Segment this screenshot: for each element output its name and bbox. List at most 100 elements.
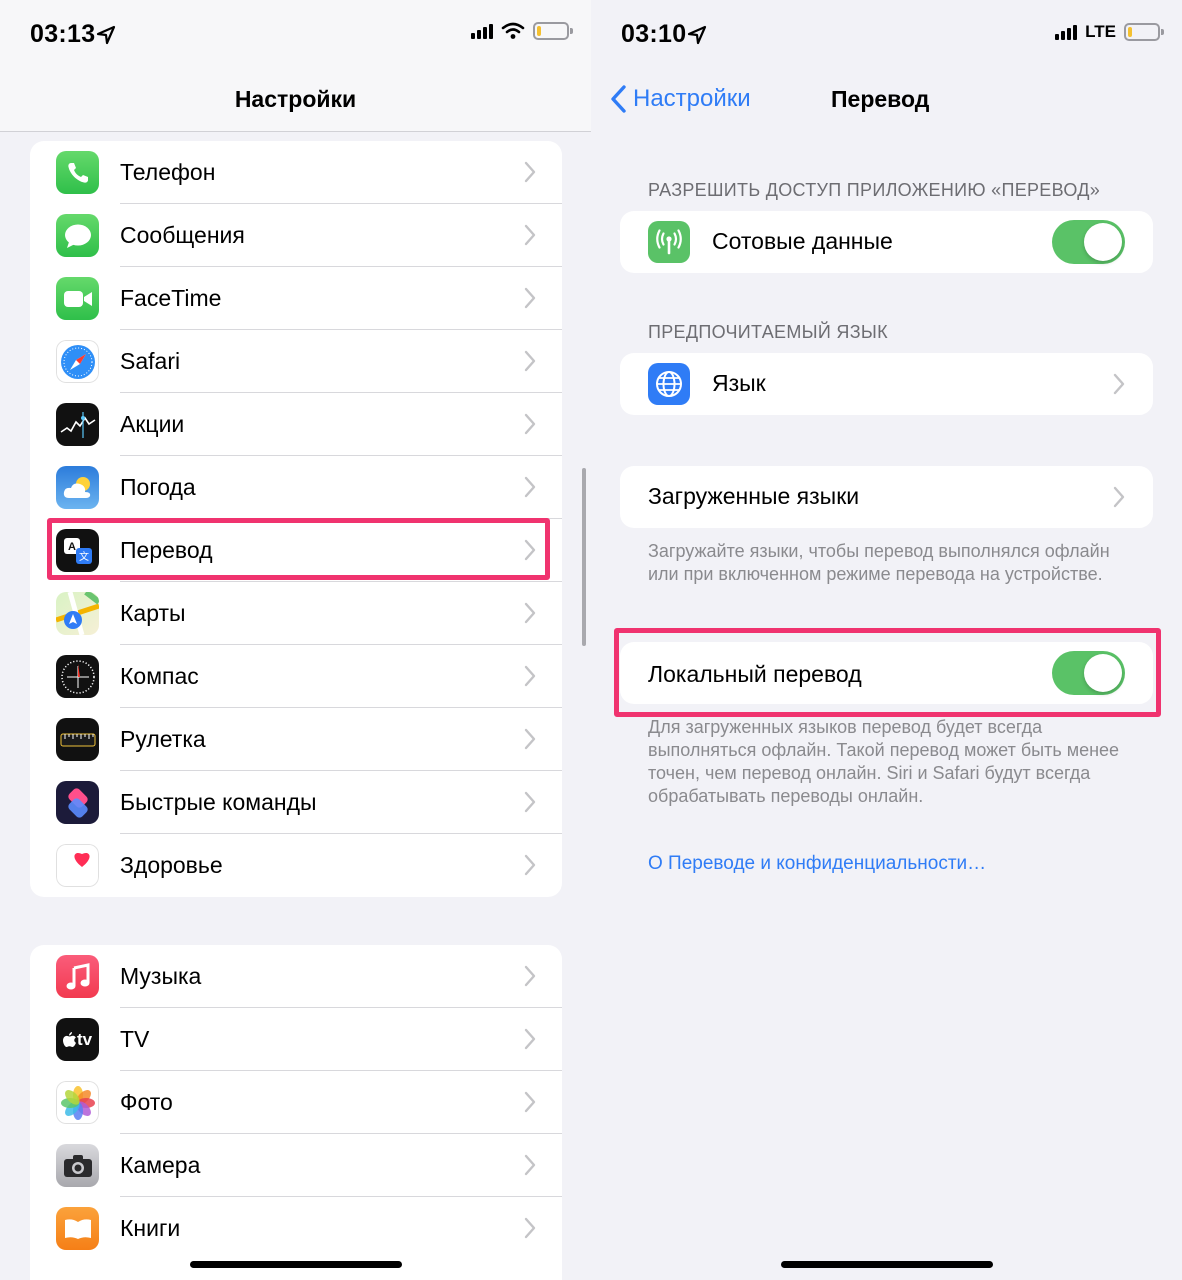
cellular-signal-icon [1055,24,1078,40]
settings-row[interactable]: Рулетка [30,708,562,771]
local-translation-row[interactable]: Локальный перевод [620,642,1153,704]
network-type: LTE [1085,22,1116,41]
row-label: Музыка [120,963,202,989]
settings-row[interactable]: Телефон [30,141,562,204]
privacy-link[interactable]: О Переводе и конфиденциальности… [648,853,986,875]
status-bar: 03:10 LTE [591,0,1182,66]
row-label: TV [120,1026,150,1052]
globe-icon [648,363,690,405]
row-label: Погода [120,474,196,500]
phone-icon [56,151,99,194]
chevron-right-icon [524,728,536,750]
row-label: Перевод [120,537,213,563]
chevron-right-icon [524,965,536,987]
local-translation-label: Локальный перевод [648,661,862,687]
settings-row[interactable]: Компас [30,645,562,708]
status-time: 03:10 [621,20,687,48]
local-translation-toggle[interactable] [1052,651,1125,695]
antenna-icon [648,221,690,263]
row-label: Акции [120,411,185,437]
settings-row[interactable]: Сообщения [30,204,562,267]
chevron-right-icon [524,1028,536,1050]
cellular-data-row[interactable]: Сотовые данные [620,211,1153,273]
settings-row[interactable]: Погода [30,456,562,519]
scroll-indicator[interactable] [582,468,586,646]
row-label: Быстрые команды [120,789,317,815]
battery-icon [533,22,573,40]
chevron-right-icon [524,1217,536,1239]
chevron-right-icon [524,1091,536,1113]
settings-row[interactable]: Камера [30,1134,562,1197]
settings-row[interactable]: tv TV [30,1008,562,1071]
chevron-right-icon [524,602,536,624]
measure-icon [56,718,99,761]
section-header-language: ПРЕДПОЧИТАЕМЫЙ ЯЗЫК [648,322,888,342]
chevron-right-icon [1113,373,1125,395]
apps-group-2: Музыка tv TV Фото Камера Книги [30,945,562,1280]
downloaded-languages-row[interactable]: Загруженные языки [620,466,1153,528]
settings-row[interactable]: Акции [30,393,562,456]
chevron-right-icon [524,665,536,687]
settings-screen: 03:13 Настройки Телефон Сообщения FaceTime… [0,0,591,1280]
location-arrow-icon [687,25,707,45]
language-row[interactable]: Язык [620,353,1153,415]
chevron-right-icon [524,161,536,183]
row-label: Сообщения [120,222,245,248]
downloaded-languages-note: Загружайте языки, чтобы перевод выполнял… [648,541,1110,584]
wifi-icon [501,22,525,39]
page-title: Настройки [234,86,357,112]
row-label: Телефон [120,159,216,185]
status-bar: 03:13 [0,0,591,66]
chevron-right-icon [524,854,536,876]
weather-icon [56,466,99,509]
shortcuts-icon [56,781,99,824]
tv-icon: tv [56,1018,99,1061]
camera-icon [56,1144,99,1187]
compass-icon [56,655,99,698]
cellular-data-toggle[interactable] [1052,220,1125,264]
row-label: Компас [120,663,199,689]
chevron-right-icon [524,791,536,813]
battery-icon [1124,23,1164,41]
row-label: Книги [120,1215,181,1241]
home-indicator[interactable] [190,1261,402,1268]
cellular-data-label: Сотовые данные [712,228,893,254]
chevron-right-icon [1113,486,1125,508]
settings-row[interactable]: Карты [30,582,562,645]
health-icon [56,844,99,887]
chevron-right-icon [524,539,536,561]
chevron-right-icon [524,350,536,372]
row-label: Фото [120,1089,173,1115]
translate-icon: A文 [56,529,99,572]
cellular-signal-icon [471,23,493,39]
row-label: FaceTime [120,285,222,311]
row-label: Здоровье [120,852,223,878]
settings-row[interactable]: Книги [30,1197,562,1260]
svg-text:文: 文 [79,550,89,563]
back-button-label: Настройки [633,85,751,112]
settings-row[interactable]: A 文 Перевод [30,519,562,582]
page-title: Перевод [831,86,930,112]
language-label: Язык [712,370,766,396]
settings-row[interactable]: Музыка [30,945,562,1008]
settings-row[interactable]: FaceTime [30,267,562,330]
row-label: Камера [120,1152,201,1178]
settings-row[interactable]: Быстрые команды [30,771,562,834]
nav-bar: Настройки [0,66,591,132]
home-indicator[interactable] [781,1261,993,1268]
row-label: Карты [120,600,186,626]
chevron-right-icon [524,413,536,435]
settings-row[interactable]: Safari [30,330,562,393]
books-icon [56,1207,99,1250]
safari-icon [56,340,99,383]
back-button[interactable]: Настройки [609,84,751,114]
status-time: 03:13 [30,20,96,48]
downloaded-languages-label: Загруженные языки [648,483,860,509]
svg-text:A: A [68,541,76,553]
settings-row[interactable]: Фото [30,1071,562,1134]
nav-bar: Настройки Перевод [591,66,1182,132]
settings-row[interactable]: Здоровье [30,834,562,897]
messages-icon [56,214,99,257]
chevron-right-icon [524,1154,536,1176]
tv-icon-text: tv [76,1029,93,1049]
